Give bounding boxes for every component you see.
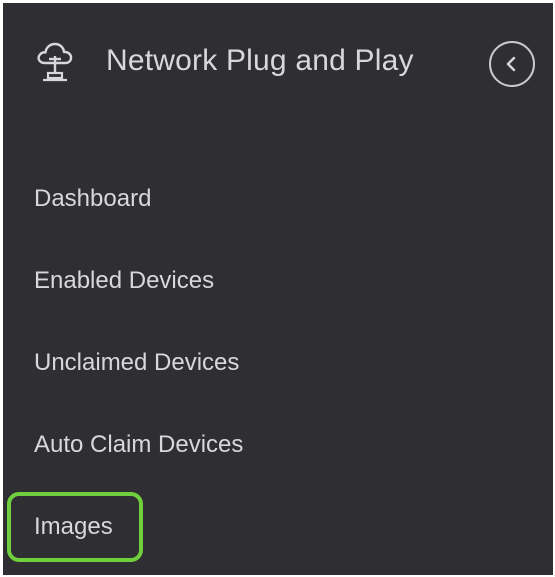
nav-item-dashboard[interactable]: Dashboard — [34, 183, 151, 215]
cloud-network-icon — [35, 39, 75, 83]
panel-title: Network Plug and Play — [106, 44, 414, 77]
nav-item-unclaimed-devices[interactable]: Unclaimed Devices — [34, 347, 239, 379]
nav-item-enabled-devices[interactable]: Enabled Devices — [34, 265, 214, 297]
nav-item-images[interactable]: Images — [34, 511, 113, 543]
collapse-panel-button[interactable] — [489, 41, 535, 87]
navigation-panel: Network Plug and Play Dashboard Enabled … — [3, 3, 553, 575]
chevron-left-icon — [506, 56, 516, 72]
nav-item-auto-claim-devices[interactable]: Auto Claim Devices — [34, 429, 243, 461]
panel-header: Network Plug and Play — [3, 3, 553, 123]
